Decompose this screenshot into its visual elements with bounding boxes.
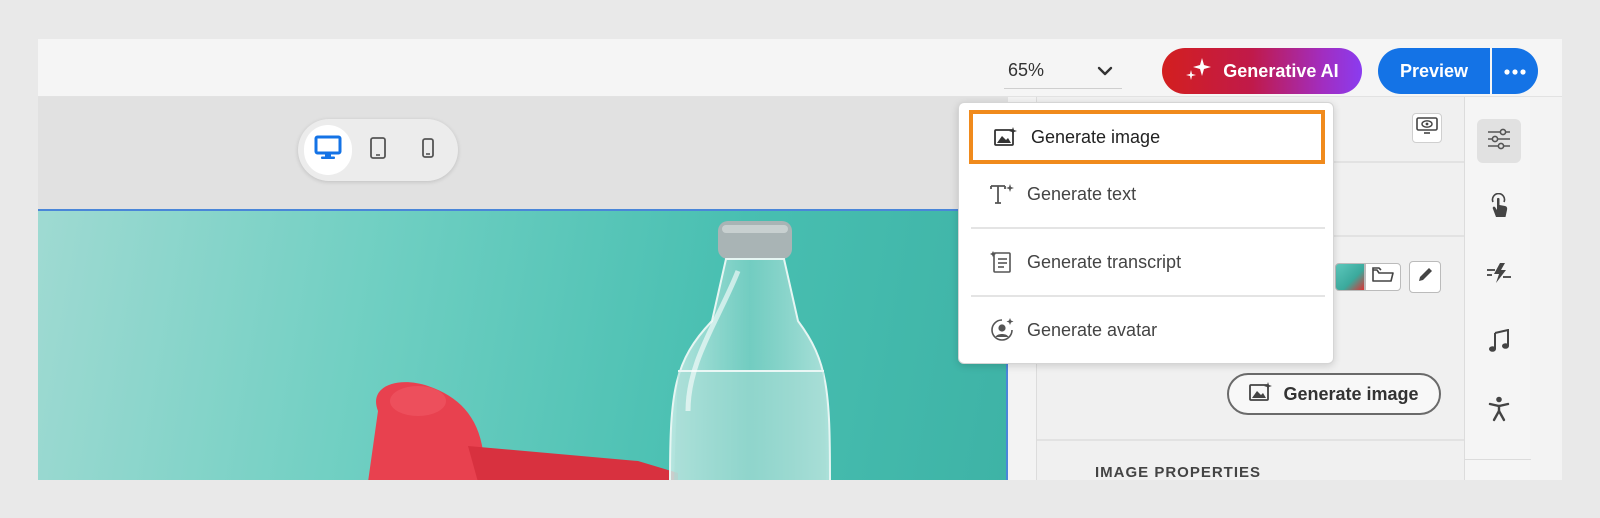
rail-accessibility-button[interactable]: [1477, 389, 1521, 433]
pencil-icon: [1416, 266, 1434, 289]
interaction-icon: [1487, 192, 1511, 224]
audio-icon: [1488, 328, 1510, 358]
menu-item-generate-avatar[interactable]: Generate avatar: [969, 303, 1325, 357]
generative-ai-label: Generative AI: [1223, 60, 1339, 81]
menu-item-generate-text[interactable]: Generate text: [969, 167, 1325, 221]
tablet-icon: [369, 136, 387, 165]
image-properties-heading[interactable]: IMAGE PROPERTIES: [1095, 464, 1261, 480]
eye-icon: [1416, 116, 1438, 140]
visibility-toggle[interactable]: [1412, 113, 1442, 143]
rail-audio-button[interactable]: [1477, 321, 1521, 365]
top-toolbar: 65% Generative AI Preview: [38, 39, 1562, 97]
device-switcher: [298, 119, 458, 181]
generate-image-icon: [993, 124, 1019, 150]
more-options-button[interactable]: [1492, 48, 1538, 94]
generate-image-label: Generate image: [1283, 383, 1419, 404]
zoom-value: 65%: [1008, 60, 1045, 80]
rail-properties-button[interactable]: [1477, 119, 1521, 163]
generate-avatar-icon: [989, 317, 1015, 343]
rail-interaction-button[interactable]: [1477, 186, 1521, 230]
mobile-view-button[interactable]: [404, 125, 452, 175]
generate-image-icon: [1249, 381, 1273, 408]
desktop-view-button[interactable]: [304, 125, 352, 175]
image-illustration: [368, 221, 831, 480]
preview-label: Preview: [1399, 60, 1469, 81]
properties-icon: [1486, 127, 1512, 156]
accessibility-icon: [1488, 396, 1510, 427]
folder-icon: [1371, 266, 1395, 289]
image-thumbnail[interactable]: [1335, 263, 1365, 291]
generative-ai-menu: Generate image Generate text Generate tr…: [958, 102, 1334, 364]
menu-item-label: Generate text: [1027, 183, 1137, 204]
rail-effects-button[interactable]: [1477, 253, 1521, 297]
menu-item-label: Generate transcript: [1027, 251, 1182, 272]
chevron-down-icon: [1092, 58, 1118, 84]
tablet-view-button[interactable]: [354, 125, 402, 175]
menu-item-label: Generate image: [1031, 126, 1161, 147]
menu-item-generate-image[interactable]: Generate image: [969, 110, 1325, 164]
desktop-icon: [314, 135, 342, 166]
ellipsis-icon: [1504, 62, 1526, 80]
rail-divider: [1465, 459, 1531, 460]
menu-divider: [971, 227, 1325, 229]
generate-transcript-icon: [989, 249, 1015, 275]
generate-image-button[interactable]: Generate image: [1227, 373, 1441, 415]
sparkle-icon: [1185, 56, 1213, 87]
zoom-dropdown[interactable]: 65%: [1004, 53, 1122, 89]
edit-button[interactable]: [1409, 261, 1441, 293]
effects-icon: [1486, 262, 1512, 289]
side-rail: [1464, 97, 1531, 480]
generative-ai-button[interactable]: Generative AI: [1162, 48, 1362, 94]
mobile-icon: [421, 137, 435, 164]
panel-divider: [1037, 439, 1465, 441]
stage-canvas: [38, 97, 1008, 480]
browse-button[interactable]: [1365, 263, 1401, 291]
slide-image[interactable]: [38, 209, 1008, 480]
preview-button[interactable]: Preview: [1378, 48, 1490, 94]
menu-item-label: Generate avatar: [1027, 319, 1158, 340]
app-window: 65% Generative AI Preview Generate image…: [38, 39, 1562, 480]
menu-divider: [971, 295, 1325, 297]
menu-item-generate-transcript[interactable]: Generate transcript: [969, 235, 1325, 289]
generate-text-icon: [989, 181, 1015, 207]
